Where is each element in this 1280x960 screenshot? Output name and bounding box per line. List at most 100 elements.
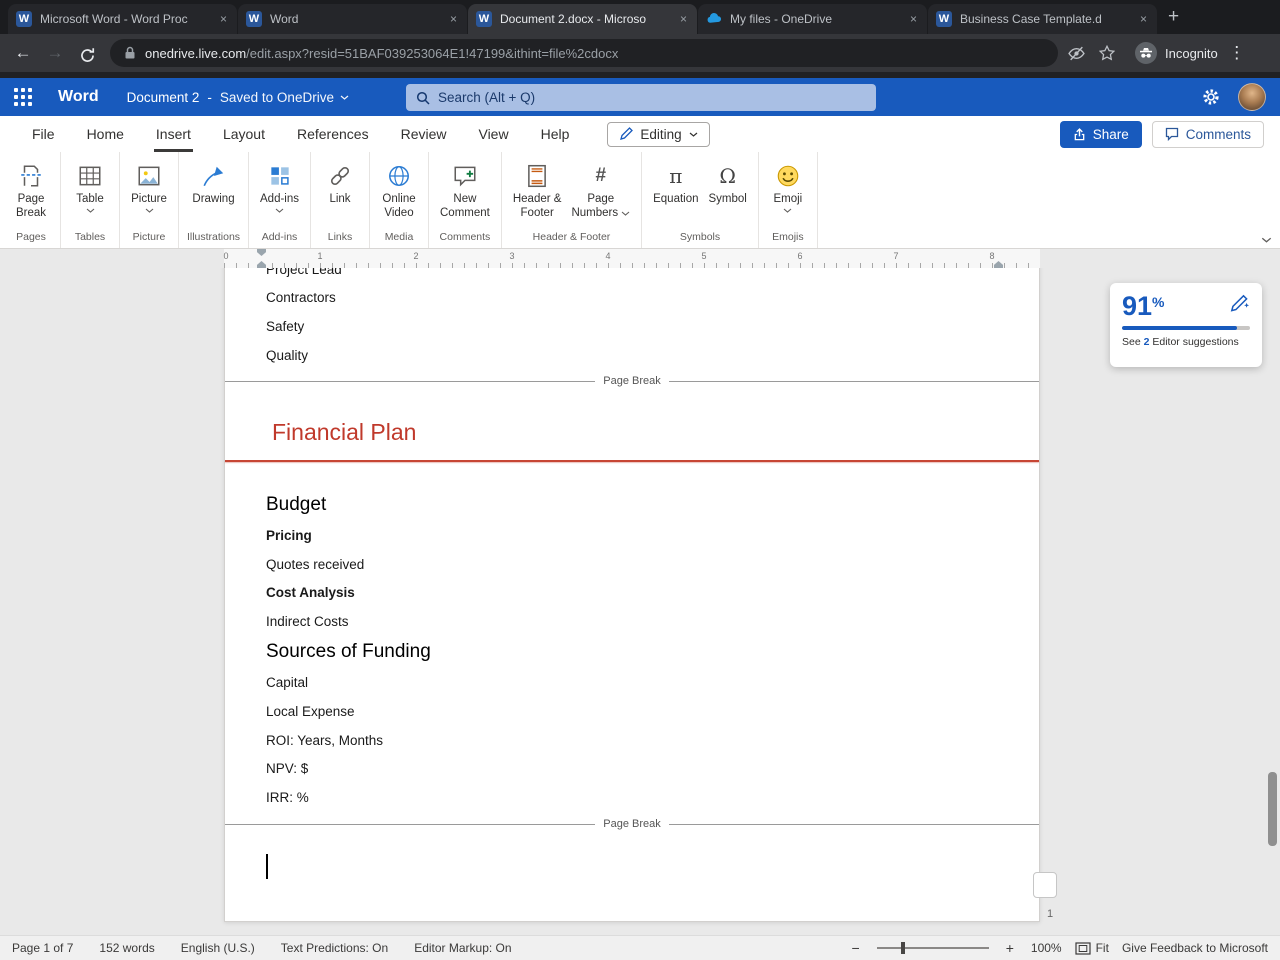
search-icon bbox=[416, 91, 430, 105]
comments-button[interactable]: Comments bbox=[1151, 120, 1264, 148]
tab-close-icon[interactable]: × bbox=[1138, 12, 1149, 26]
back-button[interactable]: ← bbox=[10, 40, 36, 66]
first-line-indent-marker[interactable] bbox=[257, 249, 266, 256]
zoom-slider[interactable] bbox=[876, 942, 989, 954]
doc-text-line[interactable]: Cost Analysis bbox=[266, 584, 355, 602]
browser-tab-strip: W Microsoft Word - Word Proc × W Word × … bbox=[0, 0, 1280, 34]
doc-text-line[interactable]: Contractors bbox=[266, 289, 336, 307]
browser-tab-5[interactable]: W Business Case Template.d × bbox=[928, 4, 1157, 34]
reload-button[interactable] bbox=[74, 42, 100, 64]
picture-icon bbox=[136, 160, 162, 192]
online-video-button[interactable]: Online Video bbox=[377, 158, 421, 220]
tab-close-icon[interactable]: × bbox=[908, 12, 919, 26]
tab-close-icon[interactable]: × bbox=[678, 12, 689, 26]
zoom-in-button[interactable]: + bbox=[1002, 940, 1018, 956]
doc-text-line[interactable]: ROI: Years, Months bbox=[266, 732, 383, 750]
doc-text-line[interactable]: IRR: % bbox=[266, 789, 309, 807]
document-page[interactable]: Project Lead Contractors Safety Quality … bbox=[224, 268, 1057, 922]
page-numbers-button[interactable]: # Page Numbers bbox=[567, 158, 634, 220]
ruler-number: 5 bbox=[701, 251, 707, 261]
editor-suggestions-link[interactable]: See 2 Editor suggestions bbox=[1122, 336, 1250, 348]
right-indent-marker[interactable] bbox=[994, 261, 1003, 268]
picture-button[interactable]: Picture bbox=[127, 158, 171, 213]
link-button[interactable]: Link bbox=[318, 158, 362, 206]
menu-file[interactable]: File bbox=[30, 116, 57, 152]
emoji-button[interactable]: Emoji bbox=[766, 158, 810, 213]
zoom-out-button[interactable]: − bbox=[848, 940, 864, 956]
browser-tab-1[interactable]: W Microsoft Word - Word Proc × bbox=[8, 4, 237, 34]
page-indicator[interactable]: Page 1 of 7 bbox=[12, 941, 73, 955]
settings-gear-icon[interactable] bbox=[1202, 88, 1220, 106]
doc-text-line[interactable]: Pricing bbox=[266, 527, 312, 545]
fit-to-page-button[interactable]: Fit bbox=[1074, 941, 1109, 955]
equation-button[interactable]: π Equation bbox=[649, 158, 702, 206]
doc-text-line[interactable]: Project Lead bbox=[266, 268, 342, 279]
page-break-button[interactable]: Page Break bbox=[9, 158, 53, 220]
add-ins-button[interactable]: Add-ins bbox=[256, 158, 303, 213]
chevron-down-icon bbox=[621, 211, 630, 216]
group-label-links: Links bbox=[327, 231, 353, 243]
tab-title: Word bbox=[270, 12, 299, 26]
document-title[interactable]: Document 2 bbox=[127, 90, 200, 105]
status-bar-right: − + 100% Fit Give Feedback to Microsoft bbox=[848, 940, 1268, 956]
account-avatar[interactable] bbox=[1238, 83, 1266, 111]
menu-layout[interactable]: Layout bbox=[221, 116, 267, 152]
browser-tab-4[interactable]: My files - OneDrive × bbox=[698, 4, 927, 34]
footer-field-box[interactable] bbox=[1033, 872, 1057, 898]
app-launcher-icon[interactable] bbox=[14, 88, 32, 106]
editor-markup-toggle[interactable]: Editor Markup: On bbox=[414, 941, 511, 955]
bookmark-star-icon[interactable] bbox=[1095, 45, 1119, 61]
tracking-protection-eye-icon[interactable] bbox=[1064, 46, 1089, 61]
header-footer-button[interactable]: Header & Footer bbox=[509, 158, 566, 220]
doc-text-line[interactable]: Local Expense bbox=[266, 703, 355, 721]
doc-text-line[interactable]: Safety bbox=[266, 318, 304, 336]
horizontal-ruler: 0 1 2 3 4 5 6 7 8 bbox=[0, 249, 1280, 268]
zoom-level[interactable]: 100% bbox=[1031, 941, 1062, 955]
tab-close-icon[interactable]: × bbox=[448, 12, 459, 26]
text-predictions-toggle[interactable]: Text Predictions: On bbox=[281, 941, 388, 955]
search-input[interactable] bbox=[438, 90, 866, 105]
menu-insert-active[interactable]: Insert bbox=[153, 116, 193, 152]
forward-button[interactable]: → bbox=[42, 40, 68, 66]
new-comment-button[interactable]: New Comment bbox=[436, 158, 494, 220]
doc-text-line[interactable]: NPV: $ bbox=[266, 760, 308, 778]
word-count[interactable]: 152 words bbox=[99, 941, 154, 955]
editing-mode-dropdown[interactable]: Editing bbox=[607, 121, 710, 147]
ruler-number: 8 bbox=[989, 251, 995, 261]
menu-view[interactable]: View bbox=[476, 116, 510, 152]
save-status[interactable]: Saved to OneDrive bbox=[220, 90, 349, 105]
word-logo[interactable]: Word bbox=[58, 88, 99, 106]
left-indent-marker[interactable] bbox=[257, 261, 266, 268]
browser-tab-3-active[interactable]: W Document 2.docx - Microso × bbox=[468, 4, 697, 34]
search-box[interactable] bbox=[406, 84, 876, 111]
table-button[interactable]: Table bbox=[68, 158, 112, 213]
doc-text-line[interactable]: Quality bbox=[266, 347, 308, 365]
doc-heading-line[interactable]: Budget bbox=[266, 492, 326, 518]
tab-close-icon[interactable]: × bbox=[218, 12, 229, 26]
menu-home[interactable]: Home bbox=[85, 116, 126, 152]
symbol-button[interactable]: Ω Symbol bbox=[705, 158, 751, 206]
menu-review[interactable]: Review bbox=[399, 116, 449, 152]
browser-menu-icon[interactable]: ⋮ bbox=[1224, 40, 1250, 66]
vertical-scrollbar-thumb[interactable] bbox=[1268, 772, 1277, 846]
share-button[interactable]: Share bbox=[1059, 120, 1142, 148]
language-indicator[interactable]: English (U.S.) bbox=[181, 941, 255, 955]
ribbon-collapse-chevron[interactable] bbox=[1261, 237, 1272, 243]
zoom-slider-thumb[interactable] bbox=[900, 942, 905, 954]
drawing-button[interactable]: Drawing bbox=[188, 158, 238, 206]
menu-references[interactable]: References bbox=[295, 116, 371, 152]
browser-tab-2[interactable]: W Word × bbox=[238, 4, 467, 34]
tab-title: Microsoft Word - Word Proc bbox=[40, 12, 188, 26]
doc-text-line[interactable]: Indirect Costs bbox=[266, 613, 349, 631]
new-tab-button[interactable]: + bbox=[1158, 6, 1189, 34]
menu-help[interactable]: Help bbox=[539, 116, 572, 152]
new-comment-icon bbox=[452, 160, 478, 192]
page-break-marker: Page Break bbox=[225, 373, 1040, 389]
doc-text-line[interactable]: Capital bbox=[266, 674, 308, 692]
doc-heading-line[interactable]: Sources of Funding bbox=[266, 639, 431, 665]
url-bar[interactable]: onedrive.live.com/edit.aspx?resid=51BAF0… bbox=[110, 39, 1058, 67]
feedback-link[interactable]: Give Feedback to Microsoft bbox=[1122, 941, 1268, 955]
editor-score-card[interactable]: 91 % See 2 Editor suggestions bbox=[1110, 283, 1262, 367]
doc-text-line[interactable]: Quotes received bbox=[266, 556, 364, 574]
doc-heading-financial-plan[interactable]: Financial Plan bbox=[272, 417, 416, 447]
